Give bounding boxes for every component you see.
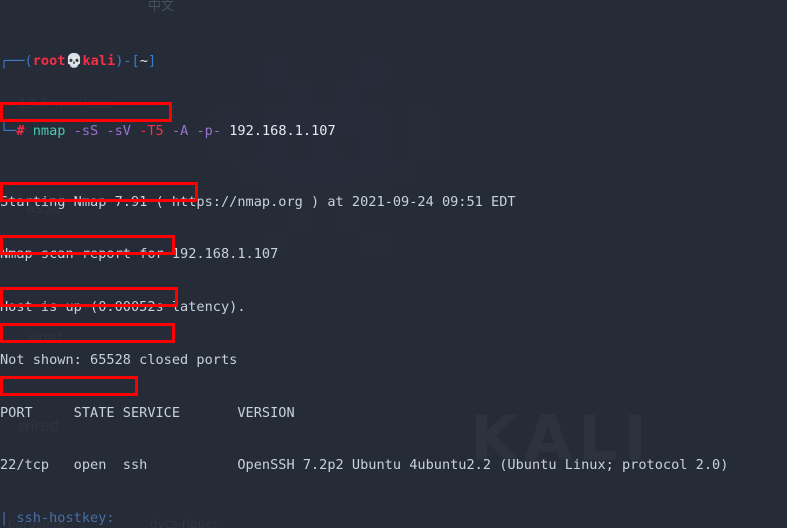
flag-A: -A [171, 123, 189, 140]
prompt-hash: # [16, 123, 25, 140]
prompt-bracket-close: )-[ [115, 52, 140, 69]
prompt-cwd: ~ [139, 52, 148, 69]
prompt-host: kali [82, 52, 116, 69]
command-name: nmap [32, 123, 66, 140]
prompt-line-1: ┌──(root💀kali)-[~] [0, 53, 786, 71]
output-table-header: PORT STATE SERVICE VERSION [0, 404, 295, 421]
output-scan-report: Nmap scan report for 192.168.1.107 [0, 246, 279, 263]
flag-p-all: -p- [196, 123, 222, 140]
flag-sV: -sV [106, 123, 131, 140]
output-ssh-hostkey-label: | ssh-hostkey: [0, 510, 115, 527]
output-host-up: Host is up (0.00052s latency). [0, 299, 246, 316]
prompt-elbow: └─ [0, 123, 17, 140]
prompt-cwd-close: ] [147, 52, 157, 69]
flag-T5: -T5 [139, 123, 164, 140]
terminal-output: ┌──(root💀kali)-[~] └─# nmap -sS -sV -T5 … [0, 0, 786, 528]
prompt-line-2: └─# nmap -sS -sV -T5 -A -p- 192.168.1.10… [0, 123, 786, 141]
output-port-22: 22/tcp open ssh OpenSSH 7.2p2 Ubuntu 4ub… [0, 457, 729, 474]
terminal-window[interactable]: 👾 KALI 中文 19.6 wireless asSc wnet wired … [0, 0, 787, 528]
flag-sS: -sS [73, 123, 99, 140]
output-starting: Starting Nmap 7.91 ( https://nmap.org ) … [0, 193, 516, 210]
prompt-user: root [32, 52, 66, 69]
skull-icon: 💀 [65, 52, 83, 69]
prompt-bracket-open: ┌──( [0, 52, 33, 69]
output-not-shown: Not shown: 65528 closed ports [0, 351, 238, 368]
scan-target: 192.168.1.107 [229, 123, 336, 140]
